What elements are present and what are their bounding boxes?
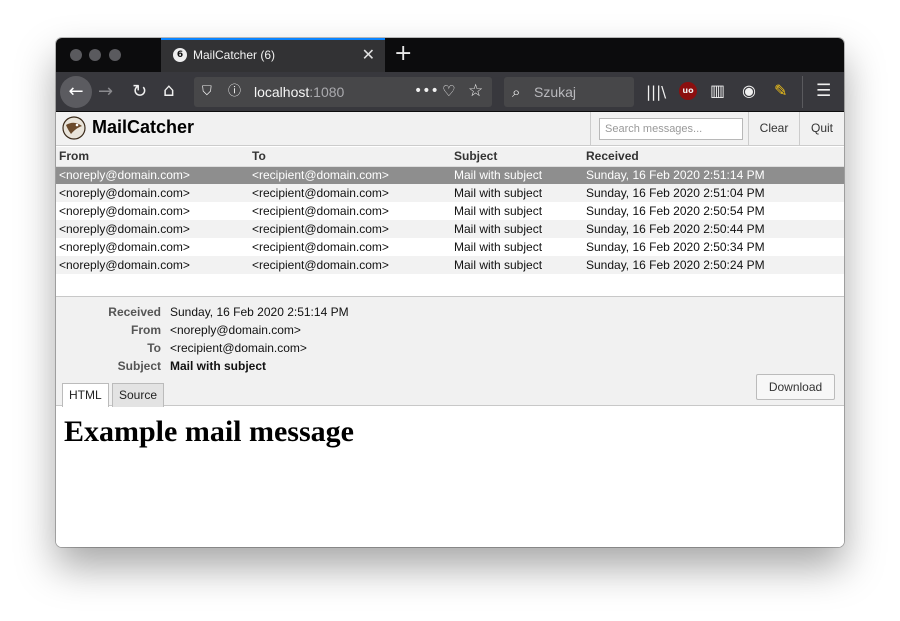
quit-button[interactable]: Quit [799,112,844,146]
forward-arrow-icon[interactable]: → [98,82,113,102]
table-row[interactable]: <noreply@domain.com> <recipient@domain.c… [56,202,844,220]
row-from: <noreply@domain.com> [56,184,249,202]
close-window-button[interactable] [70,49,82,61]
column-header-to[interactable]: To [249,147,451,167]
toolbar-divider [802,76,803,108]
table-row[interactable]: <noreply@domain.com> <recipient@domain.c… [56,238,844,256]
extension-icon[interactable]: ✎ [774,81,787,101]
mailcatcher-logo-icon [62,116,86,140]
row-received: Sunday, 16 Feb 2020 2:51:04 PM [583,184,844,202]
tab-mailcatcher[interactable]: 6 MailCatcher (6) ✕ [161,38,385,72]
table-header-row: From To Subject Received [56,147,844,167]
mailcatcher-app: MailCatcher Clear Quit From To Subject R… [56,112,844,547]
row-received: Sunday, 16 Feb 2020 2:50:34 PM [583,238,844,256]
nav-toolbar: ← → ↻ ⌂ ⛉ ⓘ localhost:1080 ••• ♡ ☆ ⌕ Szu… [56,72,844,112]
row-to: <recipient@domain.com> [249,220,451,238]
back-arrow-icon[interactable]: ← [60,76,92,108]
subject-label: Subject [117,359,161,373]
row-from: <noreply@domain.com> [56,256,249,274]
to-label: To [147,341,161,355]
app-header: MailCatcher Clear Quit [56,112,844,146]
download-button[interactable]: Download [756,374,835,400]
pocket-icon[interactable]: ♡ [442,81,455,101]
tab-title: MailCatcher (6) [193,48,276,62]
row-received: Sunday, 16 Feb 2020 2:50:54 PM [583,202,844,220]
row-from: <noreply@domain.com> [56,238,249,256]
search-container [590,112,748,146]
sidebar-icon[interactable]: ▥ [710,81,725,101]
row-subject: Mail with subject [451,202,583,220]
received-label: Received [108,305,161,319]
home-icon[interactable]: ⌂ [163,81,174,101]
bookmark-star-icon[interactable]: ☆ [468,81,483,101]
row-to: <recipient@domain.com> [249,166,451,184]
column-header-received[interactable]: Received [583,147,844,167]
row-to: <recipient@domain.com> [249,256,451,274]
url-bar[interactable]: ⛉ ⓘ localhost:1080 ••• ♡ ☆ [194,77,492,107]
app-title: MailCatcher [92,117,195,137]
shield-icon[interactable]: ⛉ [202,82,212,102]
ublock-icon[interactable]: uo [679,82,697,100]
close-tab-icon[interactable]: ✕ [362,45,375,64]
search-messages-input[interactable] [599,118,743,140]
message-details: Received Sunday, 16 Feb 2020 2:51:14 PM … [56,296,844,407]
row-to: <recipient@domain.com> [249,184,451,202]
minimize-window-button[interactable] [89,49,101,61]
row-received: Sunday, 16 Feb 2020 2:51:14 PM [583,166,844,184]
tab-strip: 6 MailCatcher (6) ✕ + [56,38,844,72]
messages-table: From To Subject Received <noreply@domain… [56,147,844,274]
message-heading: Example mail message [64,415,354,448]
message-body-frame: Example mail message [56,407,844,547]
table-row[interactable]: <noreply@domain.com> <recipient@domain.c… [56,220,844,238]
from-label: From [131,323,161,337]
library-icon[interactable]: |||\ [646,82,666,102]
row-subject: Mail with subject [451,256,583,274]
row-received: Sunday, 16 Feb 2020 2:50:24 PM [583,256,844,274]
search-icon: ⌕ [512,83,521,101]
browser-search-bar[interactable]: ⌕ Szukaj [504,77,634,107]
subject-value: Mail with subject [170,359,267,373]
row-subject: Mail with subject [451,184,583,202]
column-header-from[interactable]: From [56,147,249,167]
row-from: <noreply@domain.com> [56,166,249,184]
tab-favicon: 6 [173,48,187,62]
table-row[interactable]: <noreply@domain.com> <recipient@domain.c… [56,166,844,184]
zoom-window-button[interactable] [109,49,121,61]
column-header-subject[interactable]: Subject [451,147,583,167]
info-icon[interactable]: ⓘ [228,82,241,102]
menu-icon[interactable]: ☰ [816,81,831,101]
more-actions-icon[interactable]: ••• [414,81,439,101]
table-row[interactable]: <noreply@domain.com> <recipient@domain.c… [56,184,844,202]
received-value: Sunday, 16 Feb 2020 2:51:14 PM [170,305,349,319]
account-icon[interactable]: ◉ [742,81,756,101]
row-to: <recipient@domain.com> [249,202,451,220]
row-subject: Mail with subject [451,166,583,184]
row-to: <recipient@domain.com> [249,238,451,256]
reload-icon[interactable]: ↻ [132,82,147,102]
browser-window: 6 MailCatcher (6) ✕ + ← → ↻ ⌂ ⛉ ⓘ localh… [56,38,844,547]
row-from: <noreply@domain.com> [56,220,249,238]
clear-button[interactable]: Clear [748,112,799,146]
to-value: <recipient@domain.com> [170,341,307,355]
search-placeholder: Szukaj [534,84,577,100]
row-subject: Mail with subject [451,220,583,238]
table-row[interactable]: <noreply@domain.com> <recipient@domain.c… [56,256,844,274]
row-subject: Mail with subject [451,238,583,256]
tab-html[interactable]: HTML [62,383,109,407]
row-received: Sunday, 16 Feb 2020 2:50:44 PM [583,220,844,238]
url-text: localhost:1080 [254,84,345,100]
new-tab-icon[interactable]: + [394,41,412,66]
tab-source[interactable]: Source [112,383,165,407]
row-from: <noreply@domain.com> [56,202,249,220]
from-value: <noreply@domain.com> [170,323,301,337]
